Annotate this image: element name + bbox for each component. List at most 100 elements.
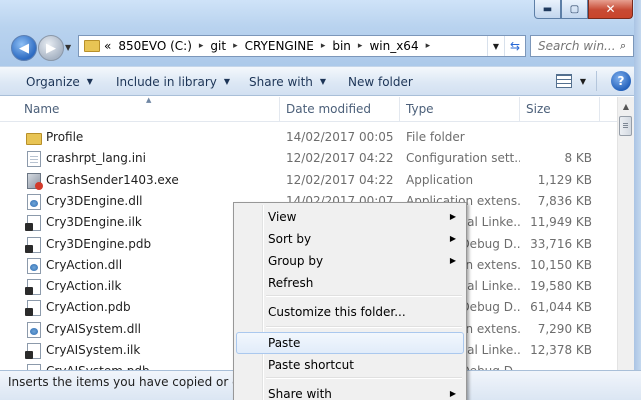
submenu-arrow-icon: ▶ xyxy=(449,256,456,265)
menu-item-label: Sort by xyxy=(268,232,312,246)
breadcrumb-win-x64[interactable]: win_x64 xyxy=(369,39,418,53)
menu-item-paste-shortcut[interactable]: Paste shortcut xyxy=(236,354,464,376)
file-icon xyxy=(25,300,41,317)
column-date-modified[interactable]: Date modified xyxy=(280,97,400,121)
folder-icon xyxy=(26,133,42,145)
menu-item-view[interactable]: View ▶ xyxy=(236,206,464,228)
breadcrumb-cryengine[interactable]: CRYENGINE xyxy=(245,39,314,53)
vertical-scrollbar[interactable]: ▲ xyxy=(617,97,634,370)
menu-separator xyxy=(266,295,462,297)
overflow-chevron[interactable]: « xyxy=(104,39,111,53)
breadcrumb: « 850EVO (C:) ▸ git ▸ CRYENGINE ▸ bin ▸ … xyxy=(104,39,437,53)
refresh-icon[interactable]: ⇆ xyxy=(504,36,525,56)
search-input[interactable] xyxy=(538,39,618,53)
view-options-dropdown-icon[interactable]: ▼ xyxy=(580,77,586,86)
file-icon xyxy=(25,236,41,253)
chevron-down-icon: ▼ xyxy=(223,77,231,86)
file-size: 7,290 KB xyxy=(537,321,592,336)
window-controls: ▬ ▢ ✕ xyxy=(534,0,633,19)
menu-item-share-with[interactable]: Share with ▶ xyxy=(236,383,464,400)
menu-item-refresh[interactable]: Refresh xyxy=(236,272,464,294)
address-bar[interactable]: « 850EVO (C:) ▸ git ▸ CRYENGINE ▸ bin ▸ … xyxy=(78,35,526,57)
folder-icon xyxy=(84,40,100,52)
window-frame-edge xyxy=(634,0,641,400)
menu-item-sort-by[interactable]: Sort by ▶ xyxy=(236,228,464,250)
menu-item-customize-this-folder[interactable]: Customize this folder... xyxy=(236,301,464,323)
file-icon xyxy=(25,343,41,359)
breadcrumb-git[interactable]: git xyxy=(210,39,226,53)
toolbar-divider xyxy=(596,71,597,91)
file-date-modified: 12/02/2017 04:22 xyxy=(286,172,394,187)
file-name: CrashSender1403.exe xyxy=(46,172,179,187)
submenu-arrow-icon: ▶ xyxy=(449,234,456,243)
table-row[interactable]: crashrpt_lang.ini 12/02/2017 04:22 Configu… xyxy=(0,148,617,169)
new-folder-button[interactable]: New folder xyxy=(348,67,413,96)
menu-item-label: Group by xyxy=(268,254,324,268)
menu-separator xyxy=(266,377,462,379)
file-icon xyxy=(25,215,41,232)
command-bar: Organize ▼ Include in library ▼ Share wi… xyxy=(0,66,641,96)
arrow-left-icon: ◀ xyxy=(19,40,29,56)
arrow-right-icon: ▶ xyxy=(46,40,56,56)
submenu-arrow-icon: ▶ xyxy=(449,212,456,221)
submenu-arrow-icon: ▶ xyxy=(449,389,456,398)
toolbar-right: ▼ ? xyxy=(555,71,631,91)
address-dropdown-icon[interactable]: ▼ xyxy=(487,36,504,56)
close-button[interactable]: ✕ xyxy=(588,0,633,19)
file-size: 8 KB xyxy=(564,151,592,166)
new-folder-label: New folder xyxy=(348,74,413,89)
breadcrumb-separator[interactable]: ▸ xyxy=(199,41,204,51)
file-icon xyxy=(27,151,41,168)
file-name: Profile xyxy=(46,130,84,144)
help-icon[interactable]: ? xyxy=(611,71,631,91)
breadcrumb-drive[interactable]: 850EVO (C:) xyxy=(118,39,192,53)
file-size: 10,150 KB xyxy=(530,257,592,272)
menu-item-label: Paste xyxy=(268,336,301,350)
breadcrumb-separator[interactable]: ▸ xyxy=(358,41,363,51)
scrollbar-thumb[interactable] xyxy=(619,116,632,136)
file-type: Application xyxy=(406,172,474,187)
include-in-library-button[interactable]: Include in library ▼ xyxy=(116,67,230,96)
scroll-up-icon[interactable]: ▲ xyxy=(618,98,634,115)
breadcrumb-separator[interactable]: ▸ xyxy=(426,41,431,51)
share-with-label: Share with xyxy=(249,74,313,89)
search-icon[interactable]: ⌕ xyxy=(620,39,626,53)
breadcrumb-bin[interactable]: bin xyxy=(332,39,351,53)
file-size xyxy=(522,127,592,148)
file-name: crashrpt_lang.ini xyxy=(46,151,146,166)
minimize-button[interactable]: ▬ xyxy=(534,0,561,19)
table-row[interactable]: Profile 14/02/2017 00:05 File folder xyxy=(0,127,617,148)
menu-separator xyxy=(266,326,462,328)
file-size: 1,129 KB xyxy=(537,172,592,187)
view-options-icon[interactable] xyxy=(555,74,572,88)
file-type: Configuration sett... xyxy=(406,151,520,166)
column-type[interactable]: Type xyxy=(400,97,520,121)
chevron-down-icon: ▼ xyxy=(86,77,93,86)
file-size: 33,716 KB xyxy=(530,236,592,251)
search-box[interactable]: ⌕ xyxy=(530,35,634,57)
table-row[interactable]: CrashSender1403.exe 12/02/2017 04:22 Appli… xyxy=(0,170,617,191)
menu-item-label: Refresh xyxy=(268,276,314,290)
address-actions: ▼ ⇆ xyxy=(487,36,525,56)
dll-file-icon xyxy=(27,193,41,210)
organize-button[interactable]: Organize ▼ xyxy=(26,67,93,96)
recent-pages-dropdown[interactable]: ▼ xyxy=(65,43,71,52)
column-size[interactable]: Size xyxy=(520,97,600,121)
breadcrumb-separator[interactable]: ▸ xyxy=(233,41,238,51)
forward-button[interactable]: ▶ xyxy=(38,35,64,61)
organize-label: Organize xyxy=(26,74,80,89)
explorer-window: ▬ ▢ ✕ ◀ ▶ ▼ « 850EVO (C:) ▸ git ▸ CRYENG… xyxy=(0,0,641,400)
file-date-modified: 14/02/2017 00:05 xyxy=(286,130,394,144)
file-size: 11,949 KB xyxy=(530,215,592,230)
menu-item-label: Customize this folder... xyxy=(268,305,406,319)
breadcrumb-separator[interactable]: ▸ xyxy=(321,41,326,51)
share-with-button[interactable]: Share with ▼ xyxy=(249,67,326,96)
file-icon xyxy=(25,279,41,296)
file-size: 19,580 KB xyxy=(530,279,592,294)
maximize-button[interactable]: ▢ xyxy=(561,0,588,19)
file-size: 61,044 KB xyxy=(530,300,592,315)
back-button[interactable]: ◀ xyxy=(11,35,37,61)
menu-item-label: View xyxy=(268,210,297,224)
menu-item-paste[interactable]: Paste xyxy=(236,332,464,354)
menu-item-group-by[interactable]: Group by ▶ xyxy=(236,250,464,272)
